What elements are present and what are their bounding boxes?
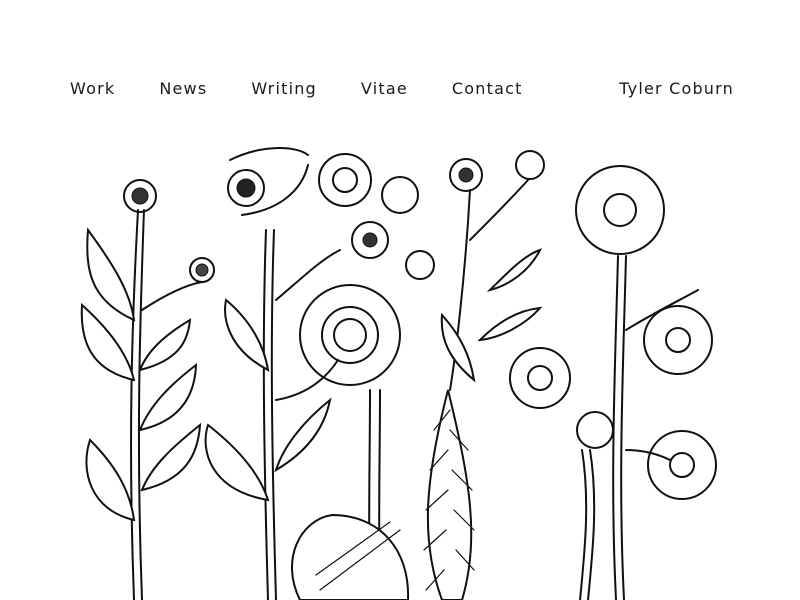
nav-link-vitae[interactable]: Vitae [361, 78, 408, 100]
nav-link-writing[interactable]: Writing [251, 78, 317, 100]
flower-right [575, 165, 717, 600]
nav-link-contact[interactable]: Contact [452, 78, 523, 100]
site-title-link[interactable]: Tyler Coburn [619, 78, 734, 100]
spiky-plant [423, 389, 475, 600]
main-nav: Work News Writing Vitae Contact [70, 78, 567, 100]
flower-center [291, 153, 435, 600]
woodcut-flowers-image [80, 147, 717, 600]
nav-link-work[interactable]: Work [70, 78, 115, 100]
flower-fourth [440, 150, 571, 409]
flower-left [80, 179, 215, 600]
nav-link-news[interactable]: News [159, 78, 207, 100]
hero-illustration [70, 120, 730, 600]
flower-left-head [123, 179, 157, 213]
